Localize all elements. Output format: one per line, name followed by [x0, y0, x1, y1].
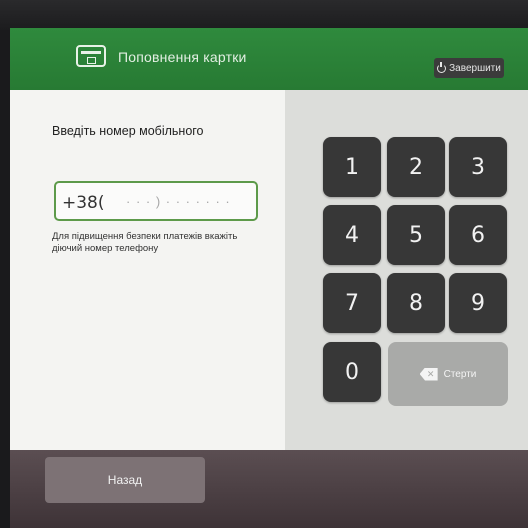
key-8[interactable]: 8 [387, 273, 445, 333]
erase-button-label: Стерти [443, 368, 477, 380]
page-title: Поповнення картки [118, 49, 247, 65]
header-bar: Поповнення картки Завершити [10, 28, 528, 90]
phone-input-mask: · · · ) · · · · · · · [126, 194, 231, 209]
key-5[interactable]: 5 [387, 205, 445, 265]
phone-prompt: Введіть номер мобільного [52, 124, 204, 138]
form-panel [10, 90, 285, 450]
key-9[interactable]: 9 [449, 273, 507, 333]
key-6[interactable]: 6 [449, 205, 507, 265]
atm-screen: Поповнення картки Завершити Введіть номе… [10, 28, 528, 528]
finish-button[interactable]: Завершити [434, 58, 504, 78]
card-icon [76, 45, 106, 67]
key-2[interactable]: 2 [387, 137, 445, 197]
security-hint: Для підвищення безпеки платежів вкажіть … [52, 231, 238, 254]
power-icon [437, 61, 447, 73]
phone-input-value: +38( [62, 193, 105, 213]
key-3[interactable]: 3 [449, 137, 507, 197]
key-4[interactable]: 4 [323, 205, 381, 265]
key-7[interactable]: 7 [323, 273, 381, 333]
phone-input[interactable]: +38( · · · ) · · · · · · · [54, 181, 258, 221]
erase-button[interactable]: ✕ Стерти [388, 342, 508, 406]
back-button[interactable]: Назад [45, 457, 205, 503]
backspace-icon: ✕ [419, 367, 438, 381]
atm-bezel [0, 0, 528, 30]
key-1[interactable]: 1 [323, 137, 381, 197]
finish-button-label: Завершити [449, 62, 501, 74]
key-0[interactable]: 0 [323, 342, 381, 402]
